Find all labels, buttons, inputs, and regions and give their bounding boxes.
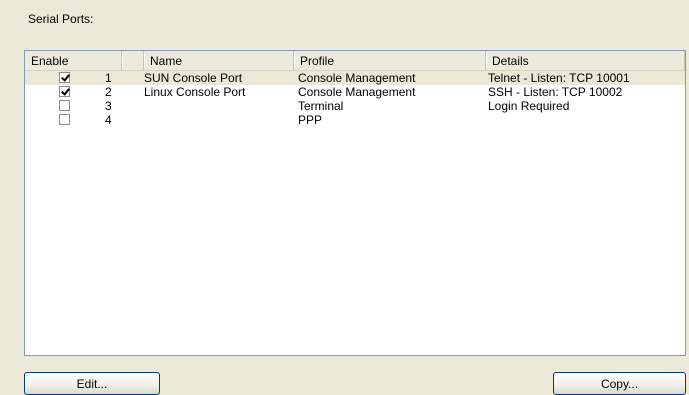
enable-checkbox-3[interactable] [59, 100, 70, 111]
enable-checkbox-1[interactable] [59, 72, 70, 83]
checkbox-box [59, 86, 70, 97]
port-name: SUN Console Port [144, 71, 243, 85]
column-header-profile[interactable]: Profile [294, 51, 487, 71]
row-number: 4 [105, 113, 112, 127]
row-number: 1 [105, 71, 112, 85]
port-profile: PPP [298, 113, 323, 127]
list-row-2[interactable]: 2 Linux Console Port Console Management … [25, 85, 685, 99]
row-number: 2 [105, 85, 112, 99]
enable-checkbox-4[interactable] [59, 114, 70, 125]
list-row-4[interactable]: 4 PPP [25, 113, 685, 127]
port-name: Linux Console Port [144, 85, 246, 99]
port-details: SSH - Listen: TCP 10002 [488, 85, 623, 99]
row-number: 3 [105, 99, 112, 113]
column-header-name[interactable]: Name [144, 51, 295, 71]
copy-button[interactable]: Copy... [553, 372, 686, 395]
serial-ports-list[interactable]: Enable Name Profile Details 1 SUN Consol… [24, 50, 686, 356]
checkbox-box [59, 114, 70, 125]
enable-checkbox-2[interactable] [59, 86, 70, 97]
column-header-details[interactable]: Details [486, 51, 685, 71]
list-row-1[interactable]: 1 SUN Console Port Console Management Te… [25, 71, 685, 85]
port-profile: Console Management [298, 85, 416, 99]
port-details: Telnet - Listen: TCP 10001 [488, 71, 630, 85]
port-profile: Terminal [298, 99, 344, 113]
column-header-enable[interactable]: Enable [25, 51, 123, 71]
column-header-number[interactable] [122, 51, 145, 71]
checkbox-box [59, 100, 70, 111]
edit-button[interactable]: Edit... [24, 372, 160, 395]
port-profile: Console Management [298, 71, 416, 85]
port-details: Login Required [488, 99, 570, 113]
checkbox-box [59, 72, 70, 83]
list-header: Enable Name Profile Details [25, 51, 685, 71]
list-row-3[interactable]: 3 Terminal Login Required [25, 99, 685, 113]
serial-ports-label: Serial Ports: [28, 12, 94, 26]
